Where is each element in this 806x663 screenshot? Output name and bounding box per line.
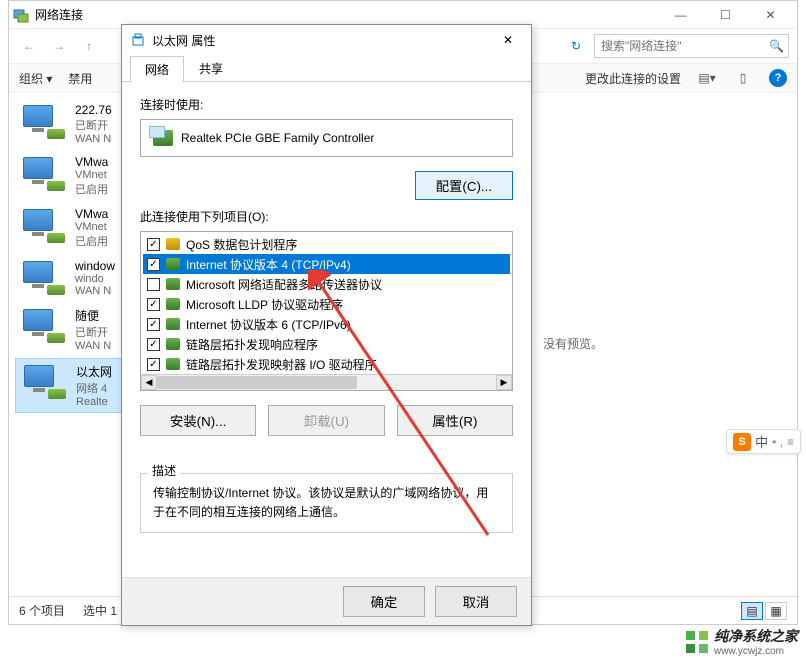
checkbox[interactable] [147, 258, 160, 271]
items-label: 此连接使用下列项目(O): [140, 208, 513, 225]
network-folder-icon [13, 7, 29, 23]
tab-share[interactable]: 共享 [184, 55, 238, 81]
list-item-ipv6[interactable]: Internet 协议版本 6 (TCP/IPv6) [143, 314, 510, 334]
protocol-icon [166, 258, 180, 270]
adapter-icon [21, 103, 69, 141]
checkbox[interactable] [147, 318, 160, 331]
action-buttons: 安装(N)... 卸载(U) 属性(R) [140, 405, 513, 436]
dialog-close-button[interactable]: ✕ [493, 28, 523, 52]
adapter-icon [21, 259, 69, 297]
scroll-right-button[interactable]: ▶ [496, 375, 512, 390]
checkbox[interactable] [147, 338, 160, 351]
adapter-icon [22, 363, 70, 401]
view-mode-button[interactable]: ▤▾ [697, 68, 717, 88]
configure-button[interactable]: 配置(C)... [415, 171, 513, 200]
search-box[interactable]: 🔍 [594, 34, 789, 58]
dialog-title: 以太网 属性 [152, 32, 215, 49]
protocol-list[interactable]: QoS 数据包计划程序 Internet 协议版本 4 (TCP/IPv4) M… [140, 231, 513, 391]
forward-button[interactable]: → [47, 34, 71, 58]
tabs: 网络 共享 [122, 55, 531, 82]
uninstall-button[interactable]: 卸载(U) [268, 405, 384, 436]
protocol-icon [166, 358, 180, 370]
ethernet-properties-dialog: 以太网 属性 ✕ 网络 共享 连接时使用: Realtek PCIe GBE F… [121, 24, 532, 626]
ime-punct: • , [772, 435, 783, 449]
checkbox[interactable] [147, 278, 160, 291]
install-button[interactable]: 安装(N)... [140, 405, 256, 436]
checkbox[interactable] [147, 298, 160, 311]
disable-button[interactable]: 禁用 [68, 70, 92, 87]
horizontal-scrollbar[interactable]: ◀ ▶ [141, 374, 512, 390]
refresh-button[interactable]: ↻ [564, 34, 588, 58]
adapter-name: Realtek PCIe GBE Family Controller [181, 131, 374, 145]
search-icon: 🔍 [769, 39, 784, 53]
protocol-icon [166, 318, 180, 330]
watermark: 纯净系统之家 www.ycwjz.com [686, 626, 798, 657]
description-label: 描述 [148, 462, 180, 479]
list-item-lltd-mapper[interactable]: 链路层拓扑发现映射器 I/O 驱动程序 [143, 354, 510, 374]
list-item-multiplex[interactable]: Microsoft 网络适配器多路传送器协议 [143, 274, 510, 294]
main-title: 网络连接 [35, 6, 658, 23]
ime-menu-icon[interactable]: ≡ [787, 435, 794, 449]
dialog-footer: 确定 取消 [122, 577, 531, 625]
up-button[interactable]: ↑ [77, 34, 101, 58]
back-button[interactable]: ← [17, 34, 41, 58]
dialog-titlebar: 以太网 属性 ✕ [122, 25, 531, 55]
no-preview-text: 没有预览。 [543, 335, 603, 352]
change-settings-button[interactable]: 更改此连接的设置 [585, 70, 681, 87]
list-item-lltd-responder[interactable]: 链路层拓扑发现响应程序 [143, 334, 510, 354]
adapter-box: Realtek PCIe GBE Family Controller [140, 119, 513, 157]
scroll-left-button[interactable]: ◀ [141, 375, 157, 390]
description-group: 描述 传输控制协议/Internet 协议。该协议是默认的广域网络协议，用于在不… [140, 454, 513, 533]
scroll-thumb[interactable] [157, 376, 357, 389]
dialog-body: 连接时使用: Realtek PCIe GBE Family Controlle… [122, 82, 531, 547]
details-view-button[interactable]: ▤ [741, 602, 763, 620]
ime-indicator[interactable]: S 中 • , ≡ [726, 429, 801, 454]
adapter-icon [21, 307, 69, 345]
watermark-logo-icon [686, 631, 708, 653]
list-item-ipv4-selected[interactable]: Internet 协议版本 4 (TCP/IPv4) [143, 254, 510, 274]
checkbox[interactable] [147, 238, 160, 251]
ime-mode: 中 [755, 432, 768, 451]
protocol-icon [166, 298, 180, 310]
sogou-icon: S [733, 433, 751, 451]
minimize-button[interactable]: — [658, 1, 703, 29]
help-icon[interactable]: ? [769, 69, 787, 87]
properties-button[interactable]: 属性(R) [397, 405, 513, 436]
view-toggle: ▤ ▦ [741, 602, 787, 620]
nic-icon [153, 130, 173, 146]
preview-pane-button[interactable]: ▯ [733, 68, 753, 88]
watermark-url: www.ycwjz.com [714, 646, 798, 657]
window-controls: — ☐ ✕ [658, 1, 793, 29]
cancel-button[interactable]: 取消 [435, 586, 517, 617]
tab-network[interactable]: 网络 [130, 56, 184, 82]
search-input[interactable] [601, 39, 782, 53]
close-button[interactable]: ✕ [748, 1, 793, 29]
protocol-icon [166, 338, 180, 350]
description-text: 传输控制协议/Internet 协议。该协议是默认的广域网络协议，用于在不同的相… [140, 473, 513, 533]
dialog-content: 网络 共享 连接时使用: Realtek PCIe GBE Family Con… [122, 55, 531, 547]
adapter-icon [21, 207, 69, 245]
ok-button[interactable]: 确定 [343, 586, 425, 617]
adapter-icon [21, 155, 69, 193]
service-icon [166, 238, 180, 250]
checkbox[interactable] [147, 358, 160, 371]
maximize-button[interactable]: ☐ [703, 1, 748, 29]
item-count: 6 个项目 [19, 602, 65, 619]
connect-using-label: 连接时使用: [140, 96, 513, 113]
ethernet-icon [130, 32, 146, 48]
list-item-lldp[interactable]: Microsoft LLDP 协议驱动程序 [143, 294, 510, 314]
scroll-track[interactable] [157, 375, 496, 390]
protocol-icon [166, 278, 180, 290]
icons-view-button[interactable]: ▦ [765, 602, 787, 620]
watermark-name: 纯净系统之家 [714, 626, 798, 646]
list-item-qos[interactable]: QoS 数据包计划程序 [143, 234, 510, 254]
organize-menu[interactable]: 组织 ▾ [19, 70, 52, 87]
